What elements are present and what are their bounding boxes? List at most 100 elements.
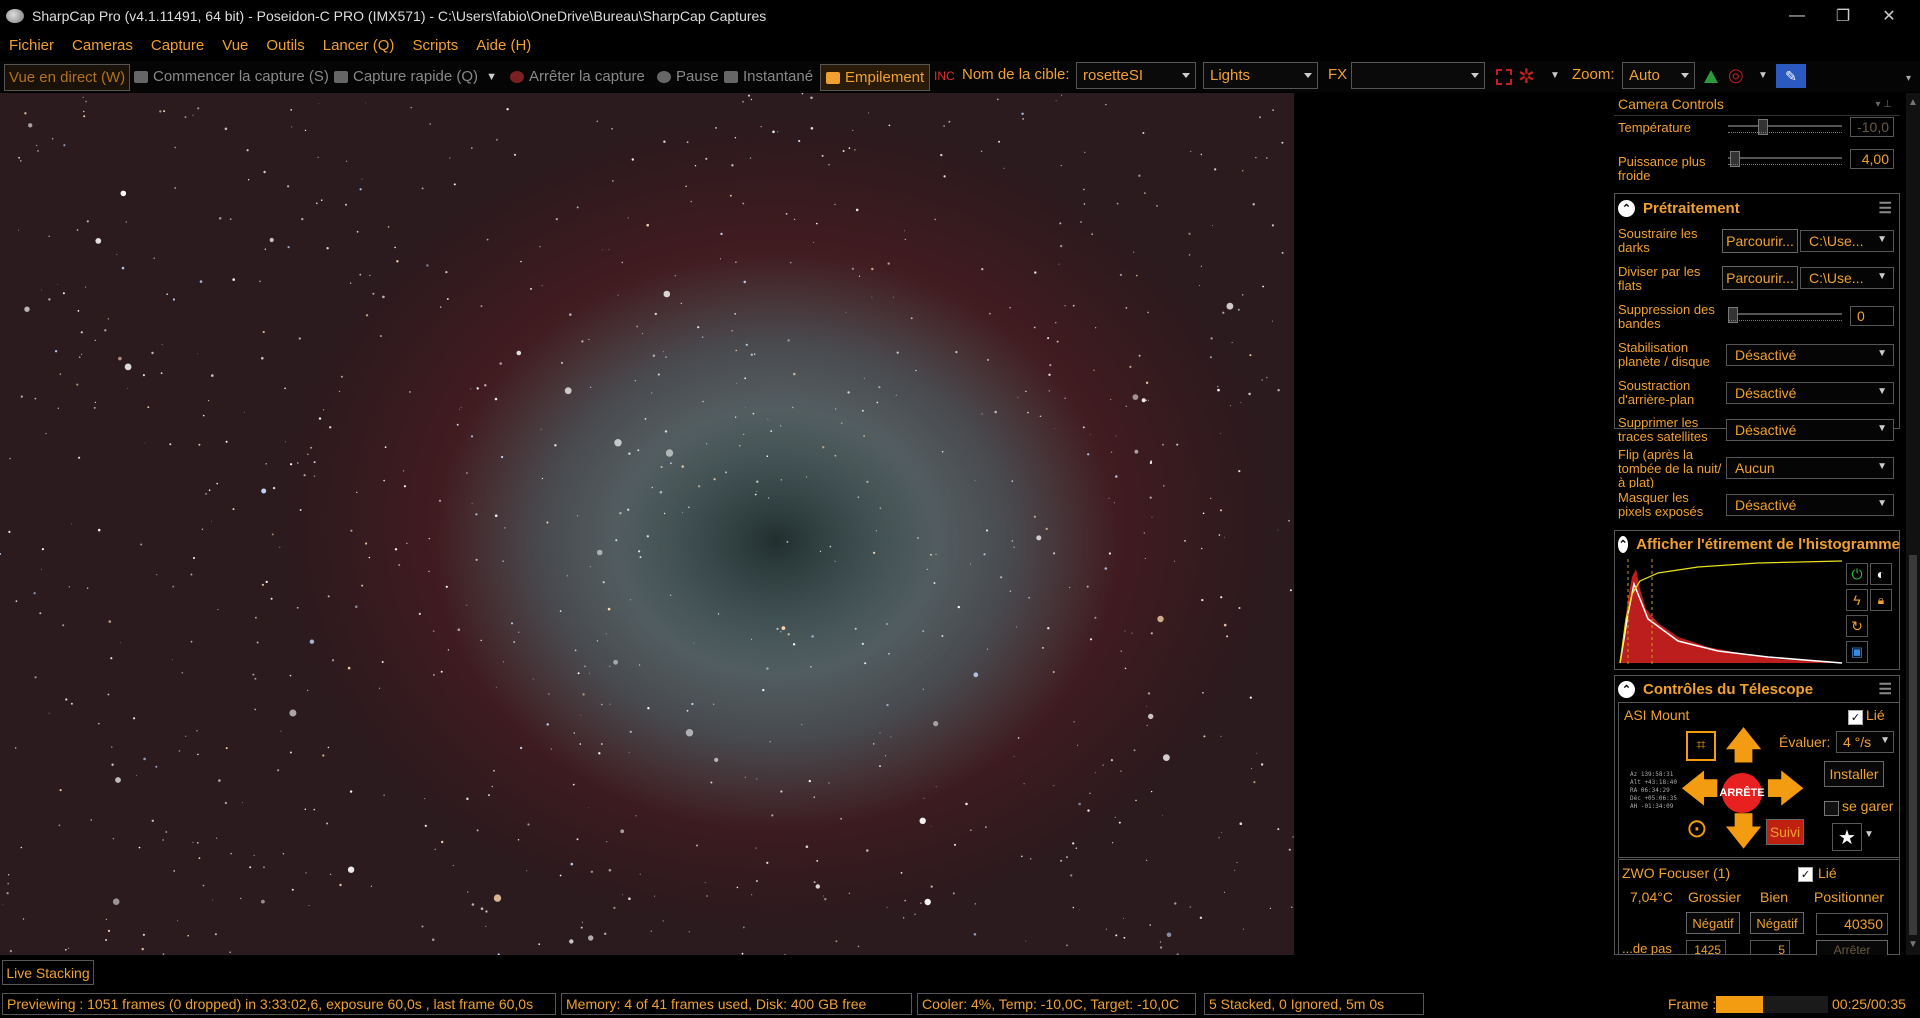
histogram-icon[interactable]: [1704, 70, 1718, 83]
menu-capture[interactable]: Capture: [142, 37, 213, 54]
histogram-header[interactable]: ⌃ Afficher l'étirement de l'histogramme: [1614, 532, 1900, 556]
image-viewport[interactable]: [0, 93, 1612, 955]
fine-step-input[interactable]: 5: [1750, 940, 1790, 955]
collapse-icon[interactable]: ⌃: [1618, 680, 1635, 698]
cooler-power-value[interactable]: 4,00: [1850, 149, 1894, 169]
reset-icon[interactable]: ↻: [1846, 615, 1868, 637]
coarse-label: Grossier: [1688, 889, 1741, 905]
histogram-chart[interactable]: [1618, 559, 1844, 665]
telescope-header[interactable]: ⌃ Contrôles du Télescope ☰: [1614, 677, 1900, 701]
menu-icon[interactable]: ☰: [1879, 680, 1892, 698]
star: [1151, 516, 1153, 518]
menu-vue[interactable]: Vue: [213, 37, 257, 54]
scroll-thumb[interactable]: [1909, 555, 1917, 935]
stop-capture-button[interactable]: Arrêter la capture: [510, 64, 645, 89]
snapshot-button[interactable]: Instantané: [724, 64, 813, 89]
flats-path-dropdown[interactable]: C:\Use... ▼: [1800, 267, 1894, 289]
target-name-combo[interactable]: rosetteSI: [1076, 62, 1196, 89]
frame-type-combo[interactable]: Lights: [1203, 62, 1318, 89]
minimize-button[interactable]: —: [1774, 0, 1820, 31]
tracking-button[interactable]: Suivi: [1766, 819, 1804, 845]
star: [9, 949, 13, 953]
home-icon[interactable]: ⊙: [1686, 815, 1712, 841]
mount-linked-checkbox[interactable]: ✓: [1848, 710, 1863, 725]
coarse-step-input[interactable]: 1425: [1686, 940, 1726, 955]
park-checkbox[interactable]: [1824, 801, 1839, 816]
star: [370, 885, 372, 887]
fine-negative-button[interactable]: Négatif: [1750, 912, 1804, 934]
crosshair-icon[interactable]: ✲: [1518, 64, 1535, 89]
banding-slider[interactable]: [1728, 305, 1842, 325]
camera-controls-header[interactable]: Camera Controls ▾ ⊥: [1614, 93, 1900, 116]
power-icon[interactable]: ⏻: [1846, 563, 1868, 585]
hotpixels-dropdown[interactable]: Désactivé ▼: [1726, 494, 1894, 516]
inc-icon[interactable]: INC: [934, 69, 955, 83]
toolbar-overflow-icon[interactable]: ▾: [1906, 73, 1911, 84]
focuser-stop-button[interactable]: Arrêter: [1816, 940, 1888, 955]
menu-cameras[interactable]: Cameras: [63, 37, 142, 54]
scroll-down-icon[interactable]: ▼: [1908, 939, 1918, 950]
fx-combo[interactable]: [1351, 62, 1485, 89]
start-capture-button[interactable]: Commencer la capture (S): [134, 64, 329, 89]
banding-value[interactable]: 0: [1850, 306, 1894, 326]
star: [345, 203, 347, 206]
preprocessing-header[interactable]: ⌃ Prétraitement ☰: [1614, 196, 1900, 220]
goto-icon[interactable]: ⌗: [1686, 731, 1716, 761]
stabilization-dropdown[interactable]: Désactivé ▼: [1726, 344, 1894, 366]
lightning-icon[interactable]: ϟ: [1846, 589, 1868, 611]
pin-icon[interactable]: ▾ ⊥: [1875, 99, 1892, 110]
temperature-value[interactable]: -10,0: [1850, 117, 1894, 137]
star: [1288, 848, 1291, 851]
close-button[interactable]: ✕: [1866, 0, 1912, 31]
cooler-power-slider[interactable]: [1728, 149, 1842, 169]
star: [368, 556, 371, 559]
restore-button[interactable]: ❐: [1820, 0, 1866, 31]
flip-dropdown[interactable]: Aucun ▼: [1726, 457, 1894, 479]
star-icon[interactable]: ★: [1832, 823, 1862, 851]
stacking-button[interactable]: Empilement: [820, 64, 931, 91]
collapse-icon[interactable]: ⌃: [1618, 535, 1629, 553]
contrast-icon[interactable]: ◐: [1870, 563, 1892, 585]
target-reticle-icon[interactable]: ◎: [1728, 65, 1744, 86]
pause-button[interactable]: Pause: [657, 64, 719, 89]
east-arrow-button[interactable]: 🡆: [1766, 771, 1805, 809]
menu-scripts[interactable]: Scripts: [403, 37, 467, 54]
north-arrow-button[interactable]: 🡅: [1724, 727, 1763, 765]
chevron-down-icon[interactable]: ▼: [1864, 829, 1874, 840]
flats-browse-button[interactable]: Parcourir...: [1722, 266, 1798, 290]
darks-path-dropdown[interactable]: C:\Use... ▼: [1800, 230, 1894, 252]
collapse-icon[interactable]: ⌃: [1618, 199, 1635, 217]
zoom-combo[interactable]: Auto: [1622, 62, 1695, 89]
menu-lancer[interactable]: Lancer (Q): [314, 37, 404, 54]
star: [1249, 354, 1252, 357]
south-arrow-button[interactable]: 🡇: [1724, 813, 1763, 851]
stabilization-value: Désactivé: [1735, 347, 1797, 363]
menu-outils[interactable]: Outils: [257, 37, 313, 54]
live-stacking-tab[interactable]: Live Stacking: [2, 960, 94, 985]
satellite-dropdown[interactable]: Désactivé ▼: [1726, 419, 1894, 441]
rate-dropdown[interactable]: 4 °/s ▼: [1836, 731, 1894, 753]
focuser-linked-checkbox[interactable]: ✓: [1798, 867, 1813, 882]
quick-capture-button[interactable]: Capture rapide (Q) ▼: [334, 64, 497, 89]
panel-scrollbar[interactable]: ▲ ▼: [1906, 93, 1920, 955]
menu-aide[interactable]: Aide (H): [467, 37, 540, 54]
chevron-down-icon[interactable]: ▼: [1550, 70, 1560, 81]
position-input[interactable]: 40350: [1816, 913, 1888, 935]
lock-icon[interactable]: 🔒︎: [1870, 589, 1892, 611]
coarse-negative-button[interactable]: Négatif: [1686, 912, 1740, 934]
chevron-down-icon[interactable]: ▼: [486, 71, 497, 83]
chevron-down-icon[interactable]: ▼: [1758, 70, 1768, 81]
live-view-button[interactable]: Vue en direct (W): [4, 64, 131, 91]
menu-icon[interactable]: ☰: [1879, 199, 1892, 217]
temperature-slider[interactable]: [1728, 117, 1842, 137]
scroll-up-icon[interactable]: ▲: [1908, 97, 1918, 108]
selection-area-icon[interactable]: [1496, 69, 1512, 85]
star: [731, 330, 733, 332]
install-button[interactable]: Installer: [1824, 761, 1884, 787]
darks-browse-button[interactable]: Parcourir...: [1722, 229, 1798, 253]
menu-fichier[interactable]: Fichier: [0, 37, 63, 54]
pin-icon[interactable]: ✎: [1776, 64, 1806, 88]
stop-mount-button[interactable]: ARRÊTE: [1719, 773, 1765, 813]
background-dropdown[interactable]: Désactivé ▼: [1726, 382, 1894, 404]
save-icon[interactable]: ▣: [1846, 641, 1868, 663]
